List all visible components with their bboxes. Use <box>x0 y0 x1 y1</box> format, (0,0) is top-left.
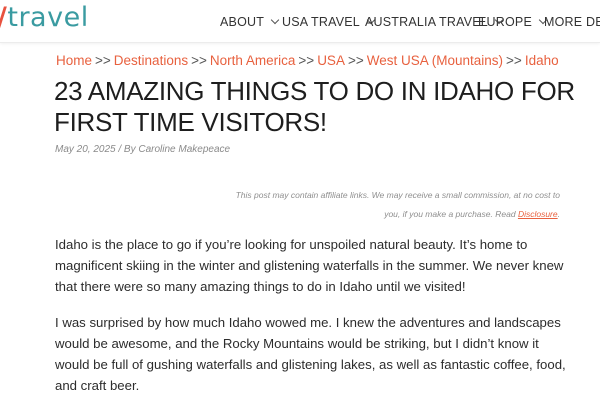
nav-item-more-destinations[interactable]: MORE DESTIN <box>544 15 600 29</box>
post-meta: May 20, 2025 / By Caroline Makepeace <box>55 144 231 155</box>
breadcrumb-home[interactable]: Home <box>56 53 92 68</box>
disclaimer-end: . <box>557 209 560 219</box>
breadcrumb-north-america[interactable]: North America <box>210 53 296 68</box>
breadcrumb-separator: >> <box>95 53 111 68</box>
breadcrumb-destinations[interactable]: Destinations <box>114 53 188 68</box>
nav-item-usa-travel[interactable]: USA TRAVEL <box>282 15 376 29</box>
breadcrumb-separator: >> <box>191 53 207 68</box>
breadcrumb-west-usa-mountains[interactable]: West USA (Mountains) <box>367 53 503 68</box>
page: /travel ABOUT USA TRAVEL AUSTRALIA TRAVE… <box>0 0 600 403</box>
breadcrumb-separator: >> <box>298 53 315 68</box>
affiliate-disclaimer: This post may contain affiliate links. W… <box>230 186 560 224</box>
chevron-down-icon <box>270 15 280 25</box>
nav-item-label: EUROPE <box>478 15 532 29</box>
page-title: 23 Amazing Things to Do in Idaho for Fir… <box>54 76 575 137</box>
site-header: /travel ABOUT USA TRAVEL AUSTRALIA TRAVE… <box>0 0 600 43</box>
breadcrumb-idaho[interactable]: Idaho <box>525 53 559 68</box>
disclosure-link[interactable]: Disclosure <box>518 209 558 219</box>
nav-item-label: ABOUT <box>220 15 265 29</box>
nav-item-label: MORE DESTIN <box>544 15 600 29</box>
nav-item-europe[interactable]: EUROPE <box>478 15 548 29</box>
breadcrumb: Home >> Destinations >> North America >> USA >>… <box>56 53 559 68</box>
breadcrumb-usa[interactable]: USA <box>317 53 345 68</box>
site-logo[interactable]: /travel <box>0 2 89 33</box>
article-paragraph: Idaho is the place to go if you’re looki… <box>55 237 564 294</box>
breadcrumb-separator: >> <box>347 53 364 68</box>
article-paragraph: I was surprised by how much Idaho wowed … <box>55 315 566 393</box>
nav-item-about[interactable]: ABOUT <box>220 15 280 29</box>
disclaimer-text: This post may contain affiliate links. W… <box>235 190 560 219</box>
nav-item-label: AUSTRALIA TRAVEL <box>365 15 488 29</box>
breadcrumb-separator: >> <box>506 53 522 68</box>
logo-word: travel <box>7 2 89 33</box>
nav-item-label: USA TRAVEL <box>282 15 360 29</box>
